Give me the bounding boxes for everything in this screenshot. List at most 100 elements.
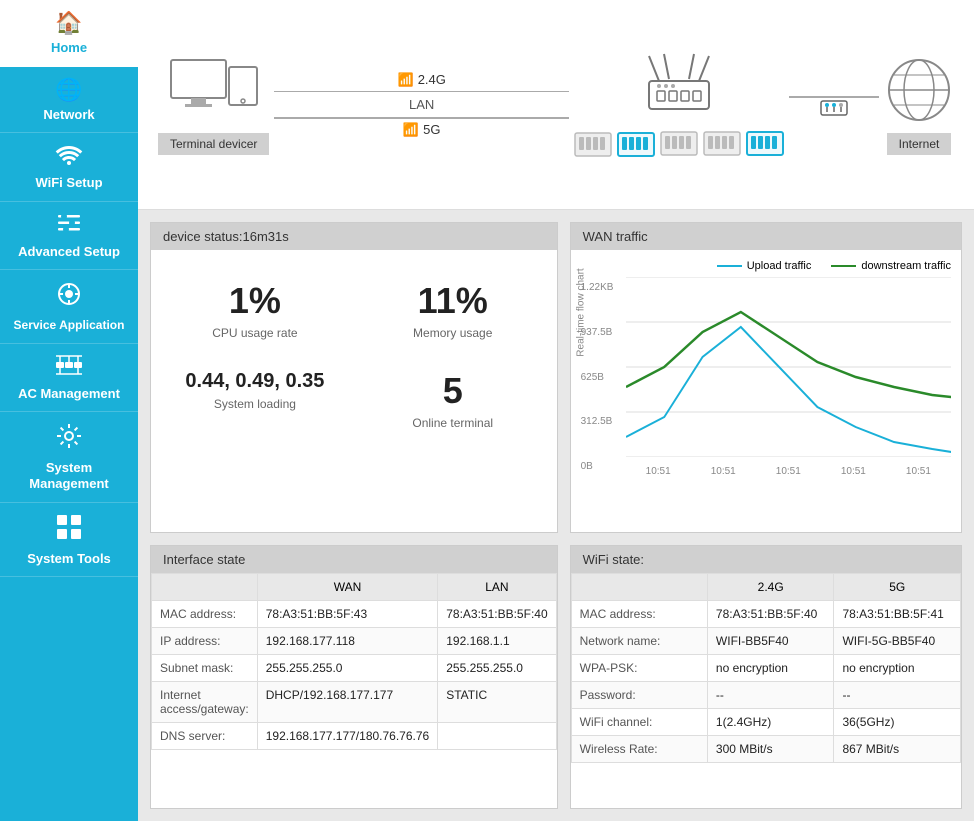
- internet-section: Internet: [884, 55, 954, 155]
- wifi-label: Wireless Rate:: [571, 736, 707, 763]
- interface-row: DNS server: 192.168.177.177/180.76.76.76: [152, 723, 557, 750]
- wan-traffic-card: WAN traffic Upload traffic downstream tr…: [570, 222, 962, 533]
- wan-traffic-header: WAN traffic: [571, 223, 961, 250]
- wifi-state-card: WiFi state: 2.4G 5G MAC address: 78:A3:5…: [570, 545, 962, 809]
- memory-label: Memory usage: [413, 326, 492, 340]
- interface-wan-value: 192.168.177.177/180.76.76.76: [257, 723, 438, 750]
- globe-icon: 🌐: [55, 77, 82, 103]
- interface-lan-value: 192.168.1.1: [438, 628, 556, 655]
- sidebar-item-advanced[interactable]: Advanced Setup: [0, 202, 138, 271]
- sliders-icon: [56, 212, 82, 240]
- terminal-stat: 5 Online terminal: [359, 360, 547, 440]
- wifi-24-value: WIFI-BB5F40: [707, 628, 834, 655]
- wifi-state-header: WiFi state:: [571, 546, 961, 573]
- chart-wrapper: Real-time flow chart 1.22KB 937.5B 625B …: [581, 277, 951, 477]
- port-3-icon: [660, 131, 698, 156]
- sidebar-item-home[interactable]: 🏠 Home: [0, 0, 138, 67]
- downstream-legend-label: downstream traffic: [861, 260, 951, 272]
- wan-line: [784, 86, 884, 123]
- system-mgmt-icon: [55, 422, 83, 456]
- wifi-row: WiFi channel: 1(2.4GHz) 36(5GHz): [571, 709, 960, 736]
- lan-label: LAN: [409, 95, 434, 114]
- wifi-state-body: 2.4G 5G MAC address: 78:A3:51:BB:5F:40 7…: [571, 573, 961, 763]
- wifi-5-value: WIFI-5G-BB5F40: [834, 628, 961, 655]
- sidebar-label-network: Network: [43, 107, 94, 123]
- chart-y-labels: 1.22KB 937.5B 625B 312.5B 0B: [581, 277, 626, 477]
- wifi-label: Password:: [571, 682, 707, 709]
- wifi-24-value: 300 MBit/s: [707, 736, 834, 763]
- interface-lan-value: [438, 723, 556, 750]
- wifi-label: WiFi channel:: [571, 709, 707, 736]
- interface-wan-value: DHCP/192.168.177.177: [257, 682, 438, 723]
- memory-stat: 11% Memory usage: [359, 270, 547, 350]
- loading-label: System loading: [214, 397, 296, 411]
- chart-legend: Upload traffic downstream traffic: [581, 260, 951, 272]
- connection-lines: 📶 2.4G LAN 📶 5G: [269, 72, 574, 138]
- router-section: [574, 51, 784, 159]
- status-grid: 1% CPU usage rate 11% Memory usage 0.44,…: [151, 250, 557, 460]
- port-icons: [574, 131, 784, 159]
- network-diagram: Terminal devicer 📶 2.4G LAN 📶 5G: [138, 0, 974, 210]
- interface-label: Subnet mask:: [152, 655, 258, 682]
- terminal-section: Terminal devicer: [158, 55, 269, 155]
- terminal-label: Online terminal: [412, 416, 493, 430]
- wifi-col-5-header: 5G: [834, 574, 961, 601]
- sidebar-item-tools[interactable]: System Tools: [0, 503, 138, 578]
- sidebar-label-system: System Management: [5, 460, 133, 491]
- main-content: Terminal devicer 📶 2.4G LAN 📶 5G: [138, 0, 974, 821]
- internet-button[interactable]: Internet: [887, 133, 952, 155]
- sidebar-label-wifi: WiFi Setup: [35, 175, 102, 191]
- interface-lan-value: 78:A3:51:BB:5F:40: [438, 601, 556, 628]
- device-status-card: device status:16m31s 1% CPU usage rate 1…: [150, 222, 558, 533]
- chart-container: Upload traffic downstream traffic Real-t…: [571, 250, 961, 487]
- sidebar-item-network[interactable]: 🌐 Network: [0, 67, 138, 134]
- sidebar-item-system[interactable]: System Management: [0, 412, 138, 502]
- wifi-24-value: 78:A3:51:BB:5F:40: [707, 601, 834, 628]
- wifi-col-empty: [571, 574, 707, 601]
- terminal-value: 5: [443, 370, 463, 412]
- band-5-label: 📶 5G: [403, 122, 441, 138]
- loading-stat: 0.44, 0.49, 0.35 System loading: [161, 360, 349, 440]
- col-wan-header: WAN: [257, 574, 438, 601]
- sidebar-item-ac[interactable]: AC Management: [0, 344, 138, 413]
- wifi-label: MAC address:: [571, 601, 707, 628]
- internet-globe-icon: [884, 55, 954, 125]
- memory-value: 11%: [418, 280, 488, 322]
- interface-row: Subnet mask: 255.255.255.0 255.255.255.0: [152, 655, 557, 682]
- loading-value: 0.44, 0.49, 0.35: [185, 370, 324, 393]
- wan-connection-icon: [819, 93, 849, 123]
- chart-svg-area: [626, 277, 951, 457]
- port-2-icon: [617, 132, 655, 157]
- interface-wan-value: 255.255.255.0: [257, 655, 438, 682]
- downstream-legend-line: [831, 265, 856, 267]
- interface-label: MAC address:: [152, 601, 258, 628]
- terminal-device-button[interactable]: Terminal devicer: [158, 133, 269, 155]
- wifi-24-value: 1(2.4GHz): [707, 709, 834, 736]
- upload-legend-label: Upload traffic: [747, 260, 812, 272]
- downstream-legend: downstream traffic: [831, 260, 951, 272]
- wifi-row: Network name: WIFI-BB5F40 WIFI-5G-BB5F40: [571, 628, 960, 655]
- sidebar-label-advanced: Advanced Setup: [18, 244, 120, 260]
- interface-table: WAN LAN MAC address: 78:A3:51:BB:5F:43 7…: [151, 573, 557, 750]
- sidebar-item-wifi[interactable]: WiFi Setup: [0, 133, 138, 202]
- interface-state-card: Interface state WAN LAN MAC address: 78:…: [150, 545, 558, 809]
- interface-row: MAC address: 78:A3:51:BB:5F:43 78:A3:51:…: [152, 601, 557, 628]
- cpu-stat: 1% CPU usage rate: [161, 270, 349, 350]
- home-icon: 🏠: [55, 10, 82, 36]
- wifi-5-value: 867 MBit/s: [834, 736, 961, 763]
- port-5-icon: [746, 131, 784, 156]
- interface-label: Internet access/gateway:: [152, 682, 258, 723]
- sidebar-label-home: Home: [51, 40, 87, 56]
- sidebar-label-service: Service Application: [14, 318, 125, 332]
- wifi-row: WPA-PSK: no encryption no encryption: [571, 655, 960, 682]
- wifi-col-24-header: 2.4G: [707, 574, 834, 601]
- wifi-label: WPA-PSK:: [571, 655, 707, 682]
- sidebar-item-service[interactable]: Service Application: [0, 270, 138, 343]
- wifi-24-value: no encryption: [707, 655, 834, 682]
- upload-legend-line: [717, 265, 742, 267]
- device-status-header: device status:16m31s: [151, 223, 557, 250]
- interface-row: IP address: 192.168.177.118 192.168.1.1: [152, 628, 557, 655]
- interface-state-body: WAN LAN MAC address: 78:A3:51:BB:5F:43 7…: [151, 573, 557, 750]
- sidebar: 🏠 Home 🌐 Network WiFi Setup Advanced Set…: [0, 0, 138, 821]
- interface-lan-value: STATIC: [438, 682, 556, 723]
